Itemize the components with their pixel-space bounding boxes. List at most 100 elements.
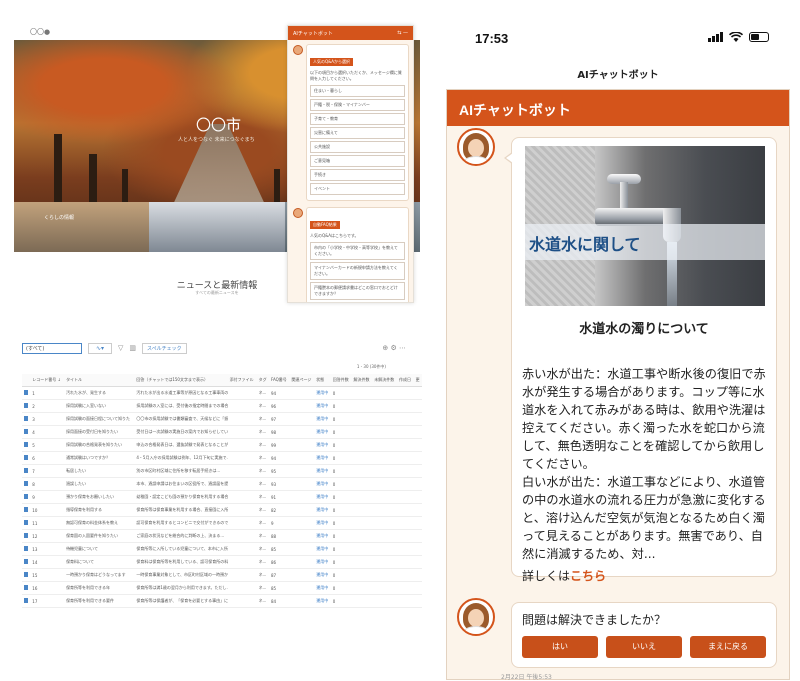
back-button[interactable]: まえに戻る xyxy=(690,636,766,658)
cell-title: 採用試験に入室いない xyxy=(64,399,135,413)
option-button[interactable]: 災害に備えて xyxy=(310,127,405,139)
table-row[interactable]: 9 預かり保育をお願いしたい 幼稚園・認定こども園の預かり保育を利用する場合... ネ… xyxy=(22,490,422,504)
cell-empty xyxy=(289,555,315,569)
document-icon xyxy=(24,520,28,525)
column-header[interactable]: 関連ページ xyxy=(289,374,315,387)
icon-column-header xyxy=(22,374,31,387)
option-button[interactable]: 住まい・暮らし xyxy=(310,85,405,97)
column-header[interactable]: 解決件数 xyxy=(351,374,373,387)
cell-tag: ネ... xyxy=(256,438,270,452)
cell-empty xyxy=(413,386,422,400)
cell-faq: 94 xyxy=(269,386,290,400)
table-row[interactable]: 15 一時預かり保育はどうなってます 一時保育事業対象として、市区町村区域の一時預か… xyxy=(22,568,422,582)
column-header[interactable]: 作成日 xyxy=(397,374,414,387)
mini-card-text: 以下の項目から選択いただくか、メッセージ欄に質問を入力してください。 xyxy=(310,70,402,81)
record-detail-icon[interactable] xyxy=(22,425,31,439)
faq-button[interactable]: 予防接種を受けたい xyxy=(310,302,405,303)
table-row[interactable]: 1汚れた水が、発生する汚れた水が出る水道工事等が原因となる工事車両の後に... ネ… xyxy=(22,386,422,400)
cell-faq: 86 xyxy=(269,555,290,569)
record-detail-icon[interactable] xyxy=(22,529,31,543)
column-header[interactable]: タグ xyxy=(256,374,270,387)
cell-status: 運用中 xyxy=(314,451,331,465)
settings-icon[interactable]: ⚙ xyxy=(390,344,396,352)
record-detail-icon[interactable] xyxy=(22,438,31,452)
option-button[interactable]: 子育て・教育 xyxy=(310,113,405,125)
record-detail-icon[interactable] xyxy=(22,386,31,400)
graph-icon[interactable]: ∿▾ xyxy=(88,342,112,354)
view-select[interactable]: (すべて) xyxy=(22,342,82,354)
record-detail-icon[interactable] xyxy=(22,412,31,426)
cell-empty xyxy=(397,438,414,452)
column-header[interactable]: 更 xyxy=(413,374,422,387)
table-row[interactable]: 4 採用面接の受付日を知りたい 受付日は一次試験の実施日の案内でお知らせしてい...… xyxy=(22,425,422,439)
article-body: 赤い水が出た：水道工事や断水後の復旧で赤水が発生する場合があります。コップ等に水… xyxy=(520,365,768,563)
table-row[interactable]: 13 待機児童について 保育所等に入所している児童について、本市に入所... ネ...… xyxy=(22,542,422,556)
table-row[interactable]: 17 保育所等を利用できる要件 保育所等は保護者が、「保育を必要とする事由」に...… xyxy=(22,594,422,608)
spellcheck-button[interactable]: スペルチェック xyxy=(142,342,187,354)
column-header[interactable]: 添付ファイル xyxy=(227,374,257,387)
column-header[interactable]: 状態 xyxy=(314,374,331,387)
record-detail-icon[interactable] xyxy=(22,568,31,582)
cell-faq: 9 xyxy=(269,516,290,530)
table-row[interactable]: 12 保育園の入園要件を知りたい ご家庭の状況などを総合的に判断の上、決まる... ネ… xyxy=(22,529,422,543)
option-button[interactable]: ご意見箱 xyxy=(310,155,405,167)
record-detail-icon[interactable] xyxy=(22,555,31,569)
column-header[interactable]: FAQ番号 xyxy=(269,374,290,387)
option-button[interactable]: 手続き xyxy=(310,169,405,181)
cell-empty xyxy=(351,451,373,465)
option-button[interactable]: イベント xyxy=(310,183,405,195)
table-row[interactable]: 10 指導保育を利用する 保育所等は保育事業を利用する場合、直接園に入所... ネ..… xyxy=(22,503,422,517)
record-detail-icon[interactable] xyxy=(22,594,31,608)
faq-button[interactable]: 戸籍謄本の郵便請求書はどこの窓口でおとどけできますか？ xyxy=(310,282,405,300)
table-row[interactable]: 14 保育料について 保育料は保育所等を利用している、認可保育所の料金... ネ...… xyxy=(22,555,422,569)
column-header[interactable]: レコード番号 ↓ xyxy=(30,374,65,387)
yes-button[interactable]: はい xyxy=(522,636,598,658)
more-icon[interactable]: ⋯ xyxy=(399,344,406,352)
table-row[interactable]: 3 採用試験の面接日程について知りた 〇〇市の採用試験では書類審査で、天候などに「振… xyxy=(22,412,422,426)
record-detail-icon[interactable] xyxy=(22,477,31,491)
cell-faq: 84 xyxy=(269,594,290,608)
more-link[interactable]: こちら xyxy=(570,569,606,583)
column-header[interactable]: 回答件数 xyxy=(330,374,352,387)
record-detail-icon[interactable] xyxy=(22,399,31,413)
record-detail-icon[interactable] xyxy=(22,451,31,465)
column-header[interactable]: タイトル xyxy=(64,374,135,387)
record-detail-icon[interactable] xyxy=(22,542,31,556)
option-button[interactable]: 公共施設 xyxy=(310,141,405,153)
pager[interactable]: 1 - 30 (30件中) xyxy=(357,364,386,370)
table-row[interactable]: 6 通常試験はいつですか？ 4・5月入庁の採用試験は例年、12月下旬に実施で... ネ… xyxy=(22,451,422,465)
cell-empty xyxy=(351,568,373,582)
faq-button[interactable]: マイナンバーカードの新規申請方法を教えてください。 xyxy=(310,262,405,280)
column-header[interactable]: 未解決件数 xyxy=(372,374,398,387)
mini-card-tag: 自動FAQ結果 xyxy=(310,221,340,229)
table-row[interactable]: 2 採用試験に入室いない 採用試験の入室には、受付後の指定時間までの場合... ネ..… xyxy=(22,399,422,413)
photo-card-city[interactable] xyxy=(149,202,285,252)
mini-chat-controls[interactable]: ⇆ — xyxy=(397,30,408,36)
chart-icon[interactable]: ▥ xyxy=(129,344,136,352)
table-row[interactable]: 8 過誤したい 本市、過誤申請はお住まいの区役所で、過誤届を提... ネ... 93 運用… xyxy=(22,477,422,491)
add-icon[interactable]: ⊕ xyxy=(382,344,388,352)
record-detail-icon[interactable] xyxy=(22,490,31,504)
table-row[interactable]: 5 採用試験の合格発表を知りたい 申込の合格発表日は、選抜試験で発表となることが..… xyxy=(22,438,422,452)
cell-count: 0 xyxy=(330,386,352,400)
record-detail-icon[interactable] xyxy=(22,581,31,595)
column-header[interactable]: 回答（チャットでは150文字まで表示） xyxy=(134,374,228,387)
cell-count: 0 xyxy=(330,477,352,491)
cell-empty xyxy=(372,438,398,452)
table-row[interactable]: 11 無認可保育の料金体系を教え 認可保育を利用するとコンビニで交付ができるので..… xyxy=(22,516,422,530)
no-button[interactable]: いいえ xyxy=(606,636,682,658)
image-caption: 水道水に関して xyxy=(529,235,641,254)
record-detail-icon[interactable] xyxy=(22,464,31,478)
filter-icon[interactable]: ▽ xyxy=(118,344,123,352)
option-button[interactable]: 戸籍・税・保険・マイナンバー xyxy=(310,99,405,111)
faq-button[interactable]: 市内の「小学校・中学校・高等学校」を教えてください。 xyxy=(310,242,405,260)
table-row[interactable]: 16 保育所等を利用できる年 保育所等は満1歳の翌月から利用できます。ただし... ネ… xyxy=(22,581,422,595)
cell-status: 運用中 xyxy=(314,425,331,439)
record-detail-icon[interactable] xyxy=(22,516,31,530)
table-row[interactable]: 7 転居したい 別の市区町村区域に住所を移す転居手続きは... ネ... 95 運用中 0 xyxy=(22,464,422,478)
photo-card-living[interactable]: くらしの情報 xyxy=(14,202,150,252)
cell-answer: 採用試験の入室には、受付後の指定時間までの場合... xyxy=(134,399,228,413)
cell-count: 0 xyxy=(330,542,352,556)
cell-empty xyxy=(397,386,414,400)
record-detail-icon[interactable] xyxy=(22,503,31,517)
